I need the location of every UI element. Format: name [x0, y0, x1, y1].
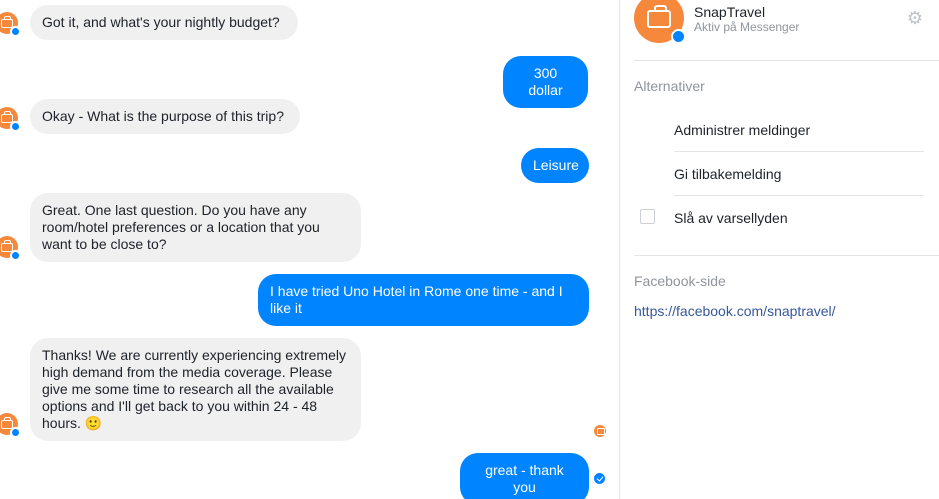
messenger-badge-icon [10, 26, 21, 37]
sent-check-icon [594, 473, 605, 484]
snaptravel-avatar-icon[interactable] [0, 236, 21, 261]
message-incoming[interactable]: Great. One last question. Do you have an… [30, 193, 361, 262]
contact-avatar[interactable] [634, 0, 686, 44]
option-mute-notifications[interactable]: Slå av varsellyden [674, 210, 788, 226]
message-outgoing[interactable]: 300 dollar [503, 56, 588, 108]
contact-name[interactable]: SnapTravel [694, 4, 765, 20]
option-give-feedback[interactable]: Gi tilbakemelding [674, 166, 781, 182]
message-incoming[interactable]: Got it, and what's your nightly budget? [30, 5, 298, 40]
message-incoming[interactable]: Okay - What is the purpose of this trip? [30, 99, 300, 134]
message-outgoing[interactable]: Leisure [521, 148, 589, 183]
divider [634, 255, 939, 256]
facebook-page-link[interactable]: https://facebook.com/snaptravel/ [634, 303, 836, 319]
divider [634, 60, 939, 61]
divider [674, 151, 924, 152]
snaptravel-avatar-icon[interactable] [0, 12, 21, 37]
option-manage-messages[interactable]: Administrer meldinger [674, 122, 810, 138]
mute-notifications-checkbox[interactable] [640, 209, 655, 224]
snaptravel-avatar-icon[interactable] [0, 107, 21, 132]
messenger-badge-icon [10, 427, 21, 438]
message-outgoing[interactable]: I have tried Uno Hotel in Rome one time … [258, 274, 589, 326]
divider [674, 195, 924, 196]
seen-avatar-icon [594, 425, 606, 437]
conversation-pane: Got it, and what's your nightly budget? … [0, 0, 619, 499]
conversation-info-panel: SnapTravel Aktiv på Messenger ⚙ Alternat… [620, 0, 939, 499]
messenger-badge-icon [10, 250, 21, 261]
facebook-page-title: Facebook-side [634, 273, 726, 289]
snaptravel-avatar-icon[interactable] [0, 413, 21, 438]
messenger-badge-icon [671, 29, 686, 44]
options-title: Alternativer [634, 78, 705, 94]
message-outgoing[interactable]: great - thank you [460, 453, 589, 499]
message-incoming[interactable]: Thanks! We are currently experiencing ex… [30, 338, 361, 441]
suitcase-icon [647, 5, 671, 28]
messenger-badge-icon [10, 121, 21, 132]
contact-status: Aktiv på Messenger [694, 20, 800, 34]
gear-icon[interactable]: ⚙ [906, 9, 924, 27]
